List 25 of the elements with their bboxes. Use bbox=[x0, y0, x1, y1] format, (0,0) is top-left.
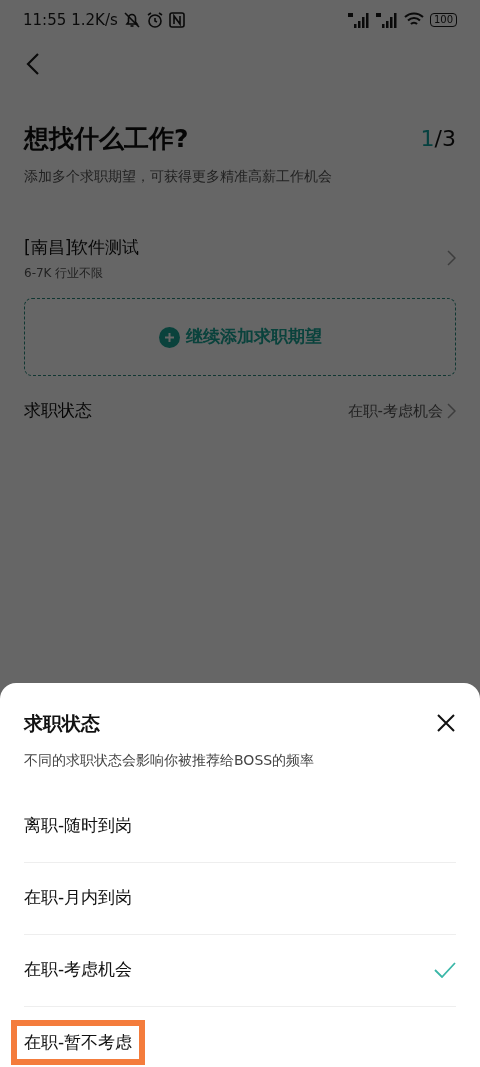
sheet-title: 求职状态 bbox=[24, 711, 100, 736]
page-subtitle: 添加多个求职期望，可获得更多精准高薪工作机会 bbox=[24, 166, 333, 186]
battery-icon: 100 bbox=[429, 13, 457, 27]
chevron-right-icon bbox=[447, 402, 456, 419]
signal-icon bbox=[375, 12, 398, 28]
step-counter: 1/3 bbox=[420, 125, 456, 154]
option-item[interactable]: 离职-随时到岗 bbox=[24, 790, 456, 863]
nfc-icon bbox=[168, 12, 185, 28]
close-icon[interactable] bbox=[436, 713, 456, 734]
sheet-description: 不同的求职状态会影响你被推荐给BOSS的频率 bbox=[24, 750, 316, 770]
highlight-frame: 在职-暂不考虑 bbox=[11, 1019, 146, 1066]
option-item[interactable]: 在职-暂不考虑 bbox=[11, 1006, 456, 1067]
signal-icon bbox=[347, 12, 370, 28]
option-item[interactable]: 在职-考虑机会 bbox=[24, 934, 456, 1007]
option-item[interactable]: 在职-月内到岗 bbox=[24, 862, 456, 935]
expectation-item[interactable]: [南昌]软件测试 6-7K 行业不限 bbox=[24, 230, 456, 286]
back-icon[interactable] bbox=[26, 52, 40, 76]
plus-circle-icon bbox=[158, 326, 180, 348]
network-speed: 1.2K/s bbox=[71, 9, 118, 31]
chevron-right-icon bbox=[447, 250, 456, 267]
muted-bell-icon bbox=[122, 11, 141, 29]
status-time: 11:55 bbox=[23, 9, 67, 31]
page-title: 想找什么工作? bbox=[24, 123, 189, 155]
alarm-clock-icon bbox=[145, 11, 164, 29]
status-label: 求职状态 bbox=[24, 399, 92, 422]
